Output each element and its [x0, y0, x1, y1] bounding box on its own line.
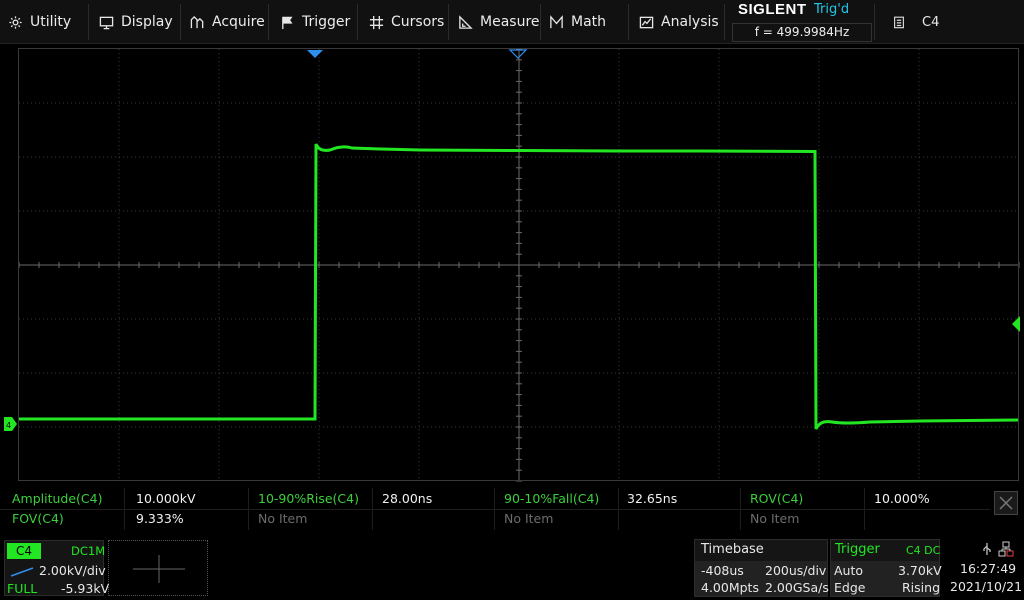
- menu-utility[interactable]: Utility: [8, 0, 71, 44]
- measurement-value: 28.00ns: [382, 491, 433, 506]
- trigger-level: 3.70kV: [898, 563, 942, 578]
- menu-display-label: Display: [121, 14, 173, 30]
- measurement-empty-slot[interactable]: No Item: [246, 509, 307, 529]
- sample-rate: 2.00GSa/s: [765, 580, 829, 595]
- menu-trigger-label: Trigger: [302, 14, 351, 30]
- source-label: C4: [922, 14, 940, 30]
- trigger-source: C4 DC: [906, 544, 941, 557]
- channel-bandwidth: FULL: [7, 581, 38, 596]
- gear-icon: [9, 15, 22, 29]
- measurement-label[interactable]: 90-10%Fall(C4): [492, 489, 599, 509]
- timebase-panel[interactable]: Timebase -408us 200us/div 4.00Mpts 2.00G…: [694, 539, 829, 597]
- trigger-position-marker[interactable]: [307, 50, 323, 58]
- menu-measure-label: Measure: [480, 14, 540, 30]
- close-icon: [999, 496, 1013, 510]
- menu-analysis-label: Analysis: [661, 14, 719, 30]
- measurement-label[interactable]: 10-90%Rise(C4): [246, 489, 359, 509]
- add-channel-slot[interactable]: [108, 540, 208, 596]
- waveform-display[interactable]: 4: [0, 44, 1024, 486]
- menu-analysis[interactable]: Analysis: [639, 0, 719, 44]
- channel-coupling: DC1M: [71, 544, 106, 558]
- source-selector[interactable]: C4: [876, 0, 1024, 44]
- clipboard-icon: [894, 16, 904, 29]
- menu-acquire-label: Acquire: [212, 14, 265, 30]
- ruler-icon: [459, 14, 473, 29]
- monitor-icon: [99, 16, 114, 29]
- clock-date: 2021/10/21: [950, 579, 1023, 594]
- trigger-level-marker[interactable]: [1012, 316, 1020, 332]
- menu-acquire[interactable]: Acquire: [190, 0, 265, 44]
- menu-utility-label: Utility: [30, 14, 72, 30]
- analysis-icon: [639, 16, 654, 28]
- trigger-title: Trigger: [835, 542, 880, 557]
- flag-icon: [282, 16, 293, 29]
- crosshair-icon: [369, 15, 384, 29]
- measurement-label[interactable]: FOV(C4): [0, 509, 64, 529]
- system-clock[interactable]: 16:27:49 2021/10/21: [944, 539, 1024, 597]
- trigger-status: Trig'd: [814, 2, 850, 17]
- brand-logo: SIGLENT: [738, 1, 807, 18]
- acquire-icon: [190, 15, 204, 28]
- status-box: SIGLENT Trig'd f = 499.9984Hz: [732, 0, 872, 44]
- measurement-value: 32.65ns: [627, 491, 678, 506]
- delay-marker[interactable]: [508, 49, 528, 59]
- timebase-delay: -408us: [701, 563, 744, 578]
- trigger-mode: Auto: [834, 563, 864, 578]
- measurement-label[interactable]: ROV(C4): [738, 489, 803, 509]
- math-icon: [550, 14, 563, 28]
- measurement-close-button[interactable]: [994, 491, 1018, 515]
- usb-icon: [983, 543, 991, 555]
- measurement-empty-slot[interactable]: No Item: [738, 509, 799, 529]
- timebase-title: Timebase: [701, 542, 764, 557]
- trigger-type: Edge: [834, 580, 866, 595]
- menu-cursors[interactable]: Cursors: [369, 0, 444, 44]
- channel-4-badge: C4: [7, 543, 41, 559]
- plus-icon: [133, 555, 185, 583]
- frequency-counter: f = 499.9984Hz: [732, 23, 872, 42]
- menu-trigger[interactable]: Trigger: [280, 0, 350, 44]
- timebase-scale: 200us/div: [765, 563, 827, 578]
- measurement-panel: Amplitude(C4) 10.000kV 10-90%Rise(C4) 28…: [0, 488, 1024, 530]
- menu-display[interactable]: Display: [99, 0, 173, 44]
- measurement-empty-slot[interactable]: No Item: [492, 509, 553, 529]
- menu-bar: Utility Display Acquire Trigger Cursors …: [0, 0, 1024, 44]
- clock-time: 16:27:49: [960, 561, 1017, 576]
- trigger-panel[interactable]: Trigger C4 DC Auto 3.70kV Edge Rising: [830, 539, 942, 597]
- channel-4-marker-label: 4: [6, 421, 11, 430]
- menu-measure[interactable]: Measure: [458, 0, 540, 44]
- measurement-label[interactable]: Amplitude(C4): [0, 489, 103, 509]
- measurement-value: 10.000kV: [136, 491, 196, 506]
- menu-math-label: Math: [571, 14, 607, 30]
- menu-math[interactable]: Math: [549, 0, 606, 44]
- graticule-axes: [18, 48, 1020, 482]
- channel-4-info[interactable]: C4 DC1M 2.00kV/div FULL -5.93kV: [4, 540, 109, 596]
- probe-icon: [10, 567, 34, 577]
- menu-cursors-label: Cursors: [391, 14, 445, 30]
- memory-depth: 4.00Mpts: [701, 580, 759, 595]
- measurement-value: 10.000%: [874, 491, 930, 506]
- network-icon: [998, 541, 1014, 557]
- channel-scale: 2.00kV/div: [39, 563, 106, 578]
- channel-offset: -5.93kV: [61, 581, 110, 596]
- measurement-value: 9.333%: [136, 511, 184, 526]
- trigger-slope: Rising: [902, 580, 941, 595]
- status-bar: C4 DC1M 2.00kV/div FULL -5.93kV Timebase…: [0, 536, 1024, 600]
